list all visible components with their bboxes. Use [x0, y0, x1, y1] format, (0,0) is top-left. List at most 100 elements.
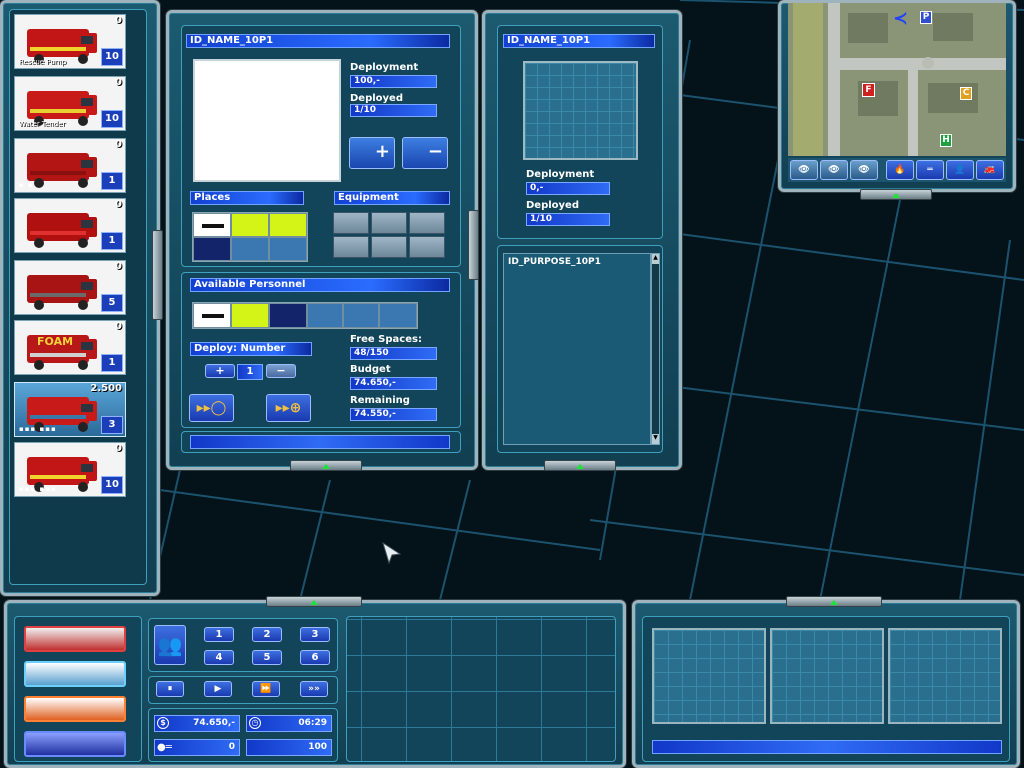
mouse-cursor-icon	[382, 542, 402, 564]
detail-panel-side-tab[interactable]	[468, 210, 479, 280]
info-status-bar	[652, 740, 1002, 754]
category-tech-button[interactable]	[24, 731, 126, 757]
deploy-plus-button[interactable]: +	[205, 364, 235, 378]
free-spaces-label: Free Spaces:	[350, 334, 422, 345]
deploy-target-button[interactable]: ▸▸⊕	[266, 394, 311, 422]
upgrade-name-header: ID_NAME_10P1	[503, 34, 655, 48]
fire-filter-icon[interactable]: 🔥	[886, 160, 914, 180]
add-vehicle-button[interactable]: +	[349, 137, 395, 169]
budget-value: 74.650,-	[350, 377, 437, 390]
vehicle-card[interactable]: 0 5	[14, 260, 126, 315]
purpose-scrollbar[interactable]: ▲ ▼	[651, 253, 660, 445]
remaining-label: Remaining	[350, 395, 410, 406]
camera-2-button[interactable]: 👁	[820, 160, 848, 180]
deploy-minus-button[interactable]: −	[266, 364, 296, 378]
chainsaw-icon[interactable]	[333, 236, 369, 258]
extinguisher-icon[interactable]	[333, 212, 369, 234]
vehicle-available-count: 10	[101, 476, 123, 494]
place-slot-3[interactable]	[269, 213, 307, 237]
squad-4-button[interactable]: 4	[204, 650, 234, 665]
personnel-slot-3[interactable]	[269, 303, 307, 328]
vehicle-card[interactable]: 0 1	[14, 198, 126, 253]
minimap[interactable]: ≺ P F C H	[788, 3, 1006, 156]
fastest-forward-button[interactable]: »»	[300, 681, 328, 697]
squad-2-button[interactable]: 2	[252, 627, 282, 642]
fast-forward-button[interactable]: ⏩	[252, 681, 280, 697]
place-slot-1[interactable]	[193, 213, 231, 237]
personnel-slot-6[interactable]	[379, 303, 417, 328]
vehicle-price: 0	[115, 321, 122, 332]
info-slot-3[interactable]	[888, 628, 1002, 724]
budget-label: Budget	[350, 364, 391, 375]
command-panel-collapse-tab[interactable]	[266, 596, 362, 607]
squad-5-button[interactable]: 5	[252, 650, 282, 665]
place-slot-6[interactable]	[269, 237, 307, 261]
money-icon: $	[157, 717, 169, 729]
equipment-header: Equipment	[334, 191, 450, 205]
personnel-slot-2[interactable]	[231, 303, 269, 328]
vehicle-card[interactable]: 0 Rescue Pump 10	[14, 14, 126, 69]
vehicle-card[interactable]: 2.500 ▪▪▪ ▪▪▪ 3	[14, 382, 126, 437]
info-panel-collapse-tab[interactable]	[786, 596, 882, 607]
camera-3-button[interactable]: 👁	[850, 160, 878, 180]
vehicle-name-header: ID_NAME_10P1	[186, 34, 450, 48]
deployed-label: Deployed	[350, 93, 403, 104]
minimap-collapse-tab[interactable]	[860, 189, 932, 200]
deployment-value: 100,-	[350, 75, 437, 88]
deploy-number-header: Deploy: Number	[190, 342, 312, 356]
personnel-slot-4[interactable]	[307, 303, 343, 328]
ladder-icon[interactable]	[409, 236, 445, 258]
place-slot-5[interactable]	[231, 237, 269, 261]
squad-1-button[interactable]: 1	[204, 627, 234, 642]
vehicle-list-scroll-handle[interactable]	[152, 230, 163, 320]
place-slot-2[interactable]	[231, 213, 269, 237]
vehicle-card[interactable]: 0 ▪ ▪ 1	[14, 138, 126, 193]
places-grid	[192, 212, 308, 262]
squad-3-button[interactable]: 3	[300, 627, 330, 642]
category-police-button[interactable]	[24, 661, 126, 687]
hospital-marker-icon: H	[940, 134, 952, 147]
hose-icon[interactable]	[371, 212, 407, 234]
axe-icon[interactable]	[371, 236, 407, 258]
camera-1-button[interactable]: 👁	[790, 160, 818, 180]
place-slot-4[interactable]	[193, 237, 231, 261]
category-fire-button[interactable]	[24, 626, 126, 652]
squad-6-button[interactable]: 6	[300, 650, 330, 665]
deploy-count-value: 1	[237, 364, 263, 380]
person-filter-icon[interactable]: 👤	[946, 160, 974, 180]
vehicle-name: Rescue Pump	[19, 58, 67, 66]
equipment-grid	[333, 212, 447, 262]
group-icon[interactable]: 👥	[154, 625, 186, 665]
vehicle-available-count: 3	[101, 416, 123, 434]
upgrade-deployed-label: Deployed	[526, 200, 579, 211]
hose-filter-icon[interactable]: ═	[916, 160, 944, 180]
vehicle-price: 0	[115, 199, 122, 210]
vehicle-card[interactable]: 0 ▪▪▪ ▪▪▪ 10	[14, 442, 126, 497]
play-button[interactable]: ▶	[204, 681, 232, 697]
vehicle-filter-icon[interactable]: 🚒	[976, 160, 1004, 180]
remove-vehicle-button[interactable]: −	[402, 137, 448, 169]
personnel-slot-5[interactable]	[343, 303, 379, 328]
vehicle-available-count: 1	[101, 232, 123, 250]
deploy-all-button[interactable]: ▸▸◯	[189, 394, 234, 422]
free-spaces-value: 48/150	[350, 347, 437, 360]
money-text: 74.650,-	[193, 718, 235, 728]
vehicle-card[interactable]: 0 Water Tender 10	[14, 76, 126, 131]
cutter-icon[interactable]	[409, 212, 445, 234]
upgrade-deployment-value: 0,-	[526, 182, 610, 195]
vehicle-crew-dots: ▪▪▪ ▪▪▪	[19, 425, 57, 433]
info-slot-1[interactable]	[652, 628, 766, 724]
info-slot-2[interactable]	[770, 628, 884, 724]
purpose-text-box: ID_PURPOSE_10P1	[503, 253, 651, 445]
vehicle-price: 0	[115, 139, 122, 150]
category-ambulance-button[interactable]	[24, 696, 126, 722]
detail-panel-collapse-tab[interactable]	[290, 460, 362, 471]
pause-button[interactable]: ⏸	[156, 681, 184, 697]
hose-unit-icon: ●═	[157, 742, 172, 753]
vehicle-card[interactable]: FOAM 0 1	[14, 320, 126, 375]
remaining-value: 74.550,-	[350, 408, 437, 421]
vehicle-available-count: 10	[101, 110, 123, 128]
upgrade-panel-collapse-tab[interactable]	[544, 460, 616, 471]
detail-status-bar	[190, 435, 450, 449]
personnel-slot-1[interactable]	[193, 303, 231, 328]
